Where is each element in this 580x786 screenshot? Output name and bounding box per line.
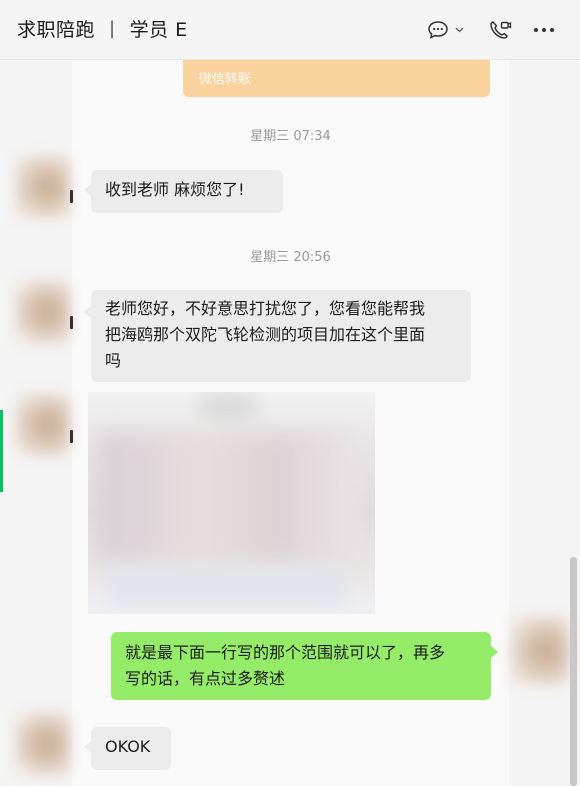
avatar-edge bbox=[70, 190, 73, 203]
call-button[interactable] bbox=[486, 14, 514, 46]
image-message[interactable] bbox=[88, 392, 375, 614]
message-text: OKOK bbox=[105, 737, 151, 756]
chat-bubble-icon bbox=[427, 20, 449, 40]
bubble-tail bbox=[491, 646, 498, 658]
chat-title: 求职陪跑 | 学员 E bbox=[17, 15, 188, 42]
scrollbar[interactable] bbox=[570, 557, 577, 786]
timestamp: 星期三 20:56 bbox=[250, 250, 331, 265]
phone-video-icon bbox=[488, 19, 512, 41]
avatar[interactable] bbox=[14, 712, 70, 776]
avatar[interactable] bbox=[14, 393, 70, 457]
chevron-down-icon bbox=[455, 27, 464, 33]
more-button[interactable] bbox=[530, 14, 558, 46]
bubble-tail bbox=[84, 184, 91, 196]
self-avatar[interactable] bbox=[510, 616, 570, 686]
message-text-line: 写的话，有点过多赘述 bbox=[125, 669, 286, 688]
group-name: 求职陪跑 bbox=[17, 19, 96, 41]
chat-window: 求职陪跑 | 学员 E 微信转账 星期三 07:34 收到老师 麻烦您了! 星期… bbox=[0, 0, 580, 786]
message-text: 收到老师 麻烦您了! bbox=[105, 180, 245, 199]
avatar[interactable] bbox=[14, 280, 70, 344]
transfer-card[interactable]: 微信转账 bbox=[183, 60, 490, 97]
message-list[interactable]: 微信转账 星期三 07:34 收到老师 麻烦您了! 星期三 20:56 老师您好… bbox=[0, 60, 580, 786]
chat-history-button[interactable] bbox=[424, 14, 466, 46]
more-icon bbox=[533, 27, 555, 33]
message-bubble[interactable]: 老师您好，不好意思打扰您了，您看您能帮我 把海鸥那个双陀飞轮检测的项目加在这个里… bbox=[91, 290, 471, 382]
message-text-line: 就是最下面一行写的那个范围就可以了，再多 bbox=[125, 643, 446, 662]
message-bubble[interactable]: OKOK bbox=[91, 727, 171, 770]
chat-header: 求职陪跑 | 学员 E bbox=[0, 0, 580, 60]
transfer-label: 微信转账 bbox=[199, 72, 252, 87]
member-name: 学员 E bbox=[129, 19, 188, 41]
message-text-line: 把海鸥那个双陀飞轮检测的项目加在这个里面 bbox=[105, 325, 426, 344]
timestamp: 星期三 07:34 bbox=[250, 129, 331, 144]
bubble-tail bbox=[84, 306, 91, 318]
message-text-line: 吗 bbox=[105, 351, 122, 370]
avatar-edge bbox=[70, 430, 73, 443]
message-text-line: 老师您好，不好意思打扰您了，您看您能帮我 bbox=[105, 299, 426, 318]
message-bubble-outgoing[interactable]: 就是最下面一行写的那个范围就可以了，再多 写的话，有点过多赘述 bbox=[111, 632, 491, 700]
message-bubble[interactable]: 收到老师 麻烦您了! bbox=[91, 170, 283, 213]
avatar-edge bbox=[70, 316, 73, 329]
avatar[interactable] bbox=[14, 155, 70, 219]
bubble-tail bbox=[84, 741, 91, 753]
title-separator: | bbox=[109, 18, 116, 39]
selection-indicator bbox=[0, 410, 3, 492]
